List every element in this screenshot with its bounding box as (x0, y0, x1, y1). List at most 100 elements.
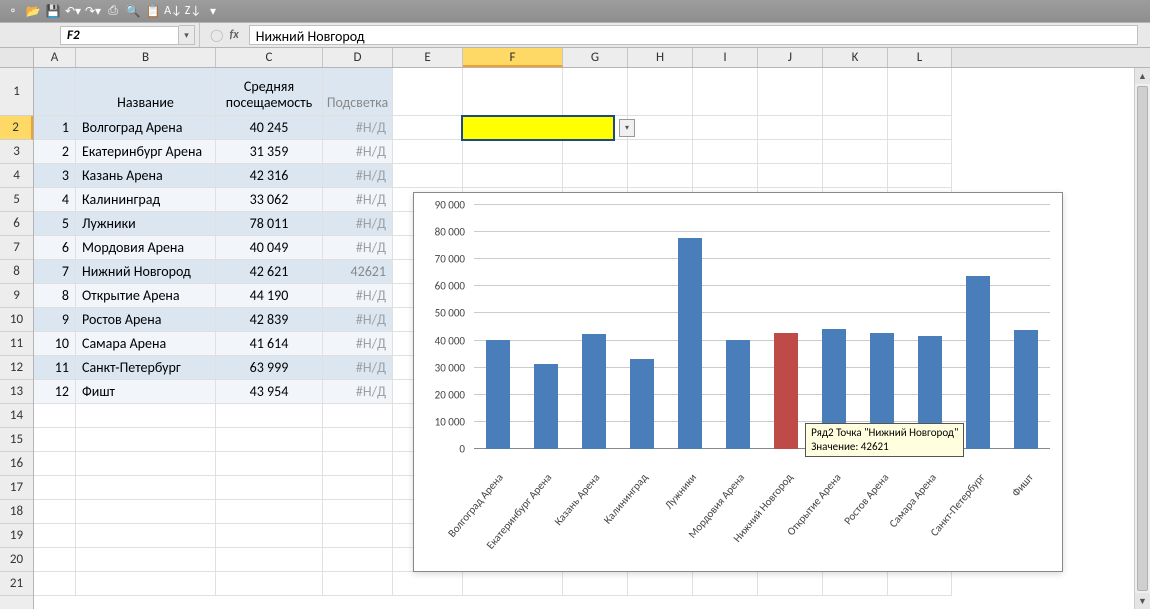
cell-D14[interactable] (323, 404, 393, 428)
row-header-21[interactable]: 21 (0, 572, 33, 596)
row-header-15[interactable]: 15 (0, 428, 33, 452)
table-header-name[interactable]: Название (76, 68, 216, 116)
cell-C2[interactable]: 40 245 (216, 116, 323, 140)
scroll-down-icon[interactable]: ▼ (1135, 593, 1150, 609)
cell-F1[interactable] (463, 68, 563, 116)
cell-C17[interactable] (216, 476, 323, 500)
cell-E21[interactable] (393, 572, 463, 596)
cell-E3[interactable] (393, 140, 463, 164)
cell-L2[interactable] (888, 116, 952, 140)
col-header-E[interactable]: E (393, 48, 463, 67)
fx-icon[interactable]: fx (229, 28, 238, 42)
col-header-L[interactable]: L (888, 48, 952, 67)
cell-L1[interactable] (888, 68, 952, 116)
cell-C14[interactable] (216, 404, 323, 428)
cell-A10[interactable]: 9 (34, 308, 76, 332)
cell-C19[interactable] (216, 524, 323, 548)
cell-A12[interactable]: 11 (34, 356, 76, 380)
cell-I3[interactable] (693, 140, 758, 164)
cell-D3[interactable]: #Н/Д (323, 140, 393, 164)
row-header-20[interactable]: 20 (0, 548, 33, 572)
row-header-14[interactable]: 14 (0, 404, 33, 428)
col-header-G[interactable]: G (563, 48, 628, 67)
chart-bar[interactable] (1014, 330, 1039, 449)
cell-C9[interactable]: 44 190 (216, 284, 323, 308)
cell-J3[interactable] (758, 140, 823, 164)
cell-B13[interactable]: Фишт (76, 380, 216, 404)
chart-bar[interactable] (726, 340, 751, 449)
cell-C4[interactable]: 42 316 (216, 164, 323, 188)
cell-F21[interactable] (463, 572, 563, 596)
row-header-3[interactable]: 3 (0, 140, 33, 164)
save-icon[interactable]: 💾 (44, 2, 62, 20)
cell-D20[interactable] (323, 548, 393, 572)
cell-A16[interactable] (34, 452, 76, 476)
row-header-17[interactable]: 17 (0, 476, 33, 500)
cell-B8[interactable]: Нижний Новгород (76, 260, 216, 284)
cell-G4[interactable] (563, 164, 628, 188)
row-header-19[interactable]: 19 (0, 524, 33, 548)
cell-B19[interactable] (76, 524, 216, 548)
cell-K2[interactable] (823, 116, 888, 140)
cell-D18[interactable] (323, 500, 393, 524)
cell-G1[interactable] (563, 68, 628, 116)
cell-E1[interactable] (393, 68, 463, 116)
cell-I4[interactable] (693, 164, 758, 188)
cell-A3[interactable]: 2 (34, 140, 76, 164)
sort-asc-icon[interactable]: A↓ (164, 2, 182, 20)
cell-A14[interactable] (34, 404, 76, 428)
cell-B14[interactable] (76, 404, 216, 428)
col-header-B[interactable]: B (76, 48, 216, 67)
embedded-chart[interactable]: 010 00020 00030 00040 00050 00060 00070 … (413, 192, 1063, 572)
cell-A19[interactable] (34, 524, 76, 548)
cancel-formula-icon[interactable]: ◯ (210, 28, 223, 43)
grid-body[interactable]: 123456789101112131415161718192021 Назван… (0, 68, 1150, 609)
col-header-F[interactable]: F (463, 48, 563, 67)
cell-A20[interactable] (34, 548, 76, 572)
cell-B12[interactable]: Санкт-Петербург (76, 356, 216, 380)
col-header-K[interactable]: K (823, 48, 888, 67)
row-header-13[interactable]: 13 (0, 380, 33, 404)
select-all-corner[interactable] (0, 48, 34, 67)
undo-icon[interactable]: ↶▾ (64, 2, 82, 20)
cell-J1[interactable] (758, 68, 823, 116)
cell-J4[interactable] (758, 164, 823, 188)
cell-D10[interactable]: #Н/Д (323, 308, 393, 332)
cell-D17[interactable] (323, 476, 393, 500)
cell-F4[interactable] (463, 164, 563, 188)
cell-D2[interactable]: #Н/Д (323, 116, 393, 140)
cell-A1[interactable] (34, 68, 76, 116)
cell-D4[interactable]: #Н/Д (323, 164, 393, 188)
print-icon[interactable]: ⎙ (104, 2, 122, 20)
cell-C20[interactable] (216, 548, 323, 572)
cell-C5[interactable]: 33 062 (216, 188, 323, 212)
vertical-scrollbar[interactable]: ▲ ▼ (1134, 68, 1150, 609)
col-header-D[interactable]: D (323, 48, 393, 67)
row-header-5[interactable]: 5 (0, 188, 33, 212)
cell-H3[interactable] (628, 140, 693, 164)
cell-A9[interactable]: 8 (34, 284, 76, 308)
row-header-18[interactable]: 18 (0, 500, 33, 524)
cell-H4[interactable] (628, 164, 693, 188)
open-icon[interactable]: 📂 (24, 2, 42, 20)
cell-H21[interactable] (628, 572, 693, 596)
scroll-up-icon[interactable]: ▲ (1135, 68, 1150, 84)
more-icon[interactable]: ▾ (204, 2, 222, 20)
cell-D5[interactable]: #Н/Д (323, 188, 393, 212)
cells-area[interactable]: НазваниеСредняя посещаемостьПодсветка1Во… (34, 68, 1150, 609)
cell-H2[interactable] (628, 116, 693, 140)
sort-desc-icon[interactable]: Z↓ (184, 2, 202, 20)
cell-A13[interactable]: 12 (34, 380, 76, 404)
cell-C6[interactable]: 78 011 (216, 212, 323, 236)
row-header-16[interactable]: 16 (0, 452, 33, 476)
cell-C10[interactable]: 42 839 (216, 308, 323, 332)
cell-A15[interactable] (34, 428, 76, 452)
cell-A2[interactable]: 1 (34, 116, 76, 140)
cell-B5[interactable]: Калининград (76, 188, 216, 212)
chart-bar[interactable] (774, 333, 799, 449)
cell-L3[interactable] (888, 140, 952, 164)
chart-bar[interactable] (678, 238, 703, 449)
formula-input[interactable]: Нижний Новгород (249, 25, 1138, 45)
cell-B9[interactable]: Открытие Арена (76, 284, 216, 308)
cell-D8[interactable]: 42621 (323, 260, 393, 284)
